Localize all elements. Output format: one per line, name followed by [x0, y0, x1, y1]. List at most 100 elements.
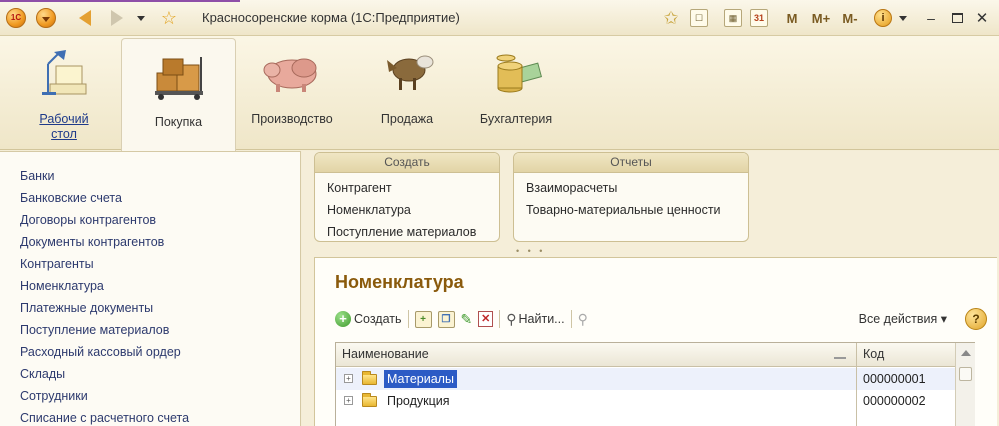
nav-item-employees[interactable]: Сотрудники: [20, 389, 88, 403]
nav-item-contracts[interactable]: Договоры контрагентов: [20, 213, 156, 227]
desktop-lamp-icon: [42, 50, 87, 95]
1c-logo-icon: [6, 8, 26, 28]
main-menu-icon: [36, 8, 56, 28]
row-name: Продукция: [387, 394, 450, 408]
nav-item-banks[interactable]: Банки: [20, 169, 55, 183]
nomenclature-table: Наименование Код + Материалы 000000001 +…: [335, 342, 975, 426]
section-production[interactable]: Производство: [244, 36, 340, 150]
calculator-button[interactable]: ▦: [722, 7, 744, 29]
nav-item-payment-documents[interactable]: Платежные документы: [20, 301, 153, 315]
toolbar-separator: [570, 310, 572, 328]
pencil-icon: ✎: [460, 310, 473, 327]
nav-item-counterparties[interactable]: Контрагенты: [20, 257, 94, 271]
table-row[interactable]: + Материалы 000000001: [336, 368, 955, 390]
table-header: Наименование Код: [336, 343, 975, 367]
minimize-button[interactable]: –: [922, 7, 940, 29]
create-group: Создать Контрагент Номенклатура Поступле…: [314, 152, 500, 242]
production-pig-icon: [263, 58, 317, 92]
reports-group-title: Отчеты: [514, 153, 748, 173]
memory-m-button[interactable]: M: [784, 7, 800, 29]
toolbar-separator: [407, 310, 409, 328]
cancel-search-icon: ⚲: [577, 310, 588, 327]
favorites-button[interactable]: ☆: [158, 7, 180, 29]
section-accounting-label: Бухгалтерия: [479, 112, 553, 126]
create-group-title: Создать: [315, 153, 499, 173]
scroll-up-icon[interactable]: [961, 350, 971, 356]
nav-item-nomenclature[interactable]: Номенклатура: [20, 279, 104, 293]
favorites-star-icon: ☆: [160, 8, 178, 28]
accounting-coins-icon: [496, 54, 543, 93]
form-toolbar: + Создать + ❐ ✎ ✕ ⚲ Найти... ⚲: [335, 308, 596, 330]
sections-panel: Рабочий стол Покупка Производство Продаж…: [0, 36, 999, 151]
create-material-receipt-link[interactable]: Поступление материалов: [327, 225, 476, 239]
nav-item-account-write-off[interactable]: Списание с расчетного счета: [20, 411, 189, 425]
maximize-icon: [951, 13, 963, 23]
table-row[interactable]: + Продукция 000000002: [336, 390, 955, 412]
calendar-icon: 31: [750, 9, 768, 27]
main-menu-button[interactable]: [36, 7, 56, 29]
create-button[interactable]: + Создать: [335, 308, 402, 330]
column-header-code[interactable]: Код: [863, 347, 884, 361]
find-button[interactable]: ⚲ Найти...: [506, 308, 564, 330]
cancel-search-button[interactable]: ⚲: [578, 308, 590, 330]
section-accounting[interactable]: Бухгалтерия: [470, 36, 562, 150]
row-code: 000000001: [857, 368, 955, 390]
scroll-thumb[interactable]: [959, 367, 972, 381]
name-cell: + Материалы: [336, 368, 856, 390]
close-button[interactable]: ✕: [972, 7, 992, 29]
section-sales[interactable]: Продажа: [362, 36, 452, 150]
edit-button[interactable]: ✎: [461, 308, 473, 330]
section-sales-label: Продажа: [380, 112, 434, 126]
history-dropdown[interactable]: [134, 7, 148, 29]
forward-button[interactable]: [106, 7, 128, 29]
window-title: Красносоренские корма (1С:Предприятие): [202, 10, 460, 25]
nav-item-warehouses[interactable]: Склады: [20, 367, 65, 381]
info-dropdown[interactable]: [897, 7, 909, 29]
navigation-panel: Банки Банковские счета Договоры контраге…: [0, 151, 301, 426]
folder-icon: [362, 371, 377, 385]
section-purchase-label: Покупка: [154, 115, 203, 129]
add-favorite-button[interactable]: ✩: [660, 7, 682, 29]
toolbar-separator: [499, 310, 501, 328]
create-plus-icon: +: [335, 311, 351, 327]
nav-item-counterparty-documents[interactable]: Документы контрагентов: [20, 235, 164, 249]
expand-icon[interactable]: +: [344, 374, 353, 383]
section-desktop[interactable]: Рабочий стол: [26, 36, 102, 150]
info-dropdown-icon: [899, 15, 907, 21]
report-inventory-link[interactable]: Товарно-материальные ценности: [526, 203, 721, 217]
info-button[interactable]: i: [872, 7, 894, 29]
purchase-boxes-icon: [154, 57, 203, 100]
report-settlements-link[interactable]: Взаиморасчеты: [526, 181, 617, 195]
all-actions-menu[interactable]: Все действия ▾: [859, 311, 947, 326]
reports-group: Отчеты Взаиморасчеты Товарно-материальны…: [513, 152, 749, 242]
create-folder-button[interactable]: +: [414, 308, 432, 330]
delete-mark-button[interactable]: ✕: [478, 308, 494, 330]
memory-plus-button[interactable]: M+: [808, 7, 834, 29]
print-icon: ☐: [690, 9, 708, 27]
create-folder-icon: +: [414, 310, 432, 328]
sales-goat-icon: [387, 55, 434, 90]
memory-minus-button[interactable]: M-: [837, 7, 863, 29]
section-desktop-label: Рабочий стол: [39, 112, 89, 141]
nav-item-material-receipts[interactable]: Поступление материалов: [20, 323, 169, 337]
help-button[interactable]: ?: [965, 308, 987, 330]
nav-item-bank-accounts[interactable]: Банковские счета: [20, 191, 122, 205]
calendar-button[interactable]: 31: [748, 7, 770, 29]
print-button[interactable]: ☐: [688, 7, 710, 29]
calculator-icon: ▦: [724, 9, 742, 27]
app-logo-button[interactable]: [6, 7, 26, 29]
back-button[interactable]: [74, 7, 96, 29]
column-header-name[interactable]: Наименование: [342, 347, 429, 361]
section-purchase[interactable]: Покупка: [121, 38, 236, 151]
create-counterparty-link[interactable]: Контрагент: [327, 181, 392, 195]
info-icon: i: [874, 9, 892, 27]
expand-icon[interactable]: +: [344, 396, 353, 405]
row-name: Материалы: [384, 370, 457, 388]
copy-button[interactable]: ❐: [437, 308, 455, 330]
vertical-scrollbar[interactable]: [955, 343, 975, 426]
create-nomenclature-link[interactable]: Номенклатура: [327, 203, 411, 217]
title-bar: ☆ Красносоренские корма (1С:Предприятие)…: [0, 0, 999, 36]
nav-item-cash-outflow-order[interactable]: Расходный кассовый ордер: [20, 345, 181, 359]
maximize-button[interactable]: [948, 7, 966, 29]
panel-resize-grip[interactable]: • • •: [516, 246, 545, 256]
